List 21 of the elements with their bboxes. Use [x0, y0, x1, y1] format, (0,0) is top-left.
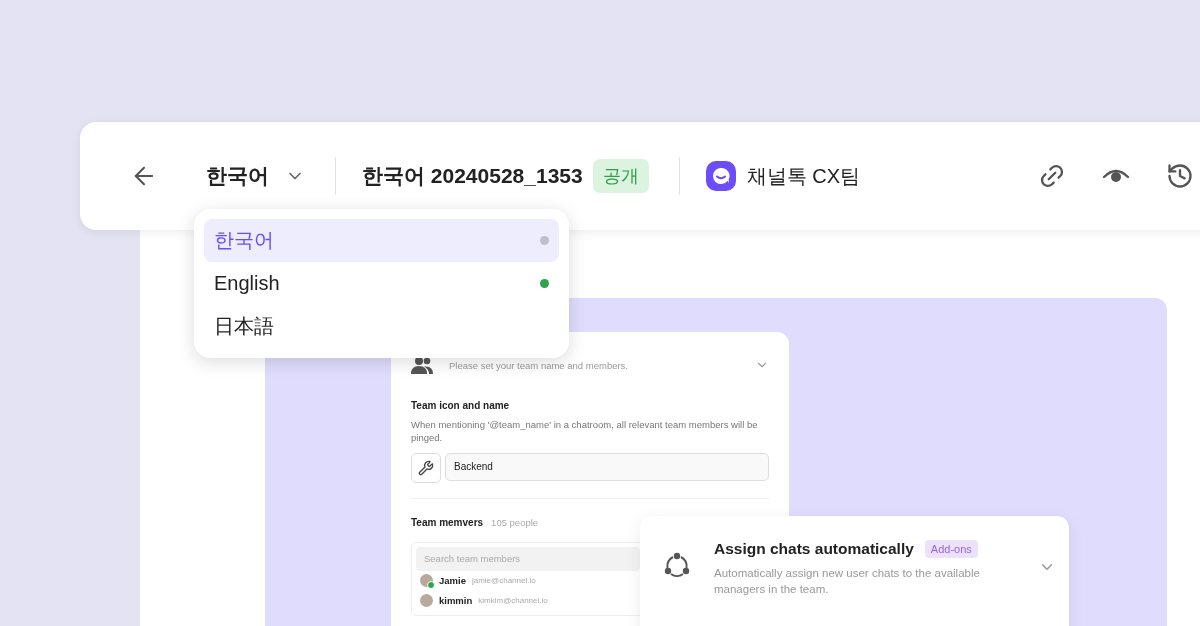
member-email: jamie@channel.io: [471, 576, 536, 586]
feature-title: Assign chats automatically: [714, 540, 914, 558]
section-subtitle: Please set your team name and members.: [449, 359, 629, 371]
language-option[interactable]: 日本語: [204, 305, 559, 348]
visibility-badge: 공개: [592, 159, 649, 193]
language-dropdown[interactable]: 한국어: [206, 162, 305, 190]
members-title: Team memvers: [411, 516, 484, 528]
search-field[interactable]: Search team members: [416, 546, 640, 571]
member-name: kimmin: [439, 595, 473, 607]
field-description: When mentioning '@team_name' in a chatroom, all relevant team members will be pinged.: [411, 419, 759, 445]
language-option[interactable]: English: [204, 262, 559, 305]
feature-description: Automatically assign new user chats to the available managers in the team.: [714, 566, 981, 597]
members-count: 105 people: [491, 516, 539, 528]
team-name-field[interactable]: Backend: [445, 452, 769, 481]
language-option[interactable]: 한국어: [204, 219, 559, 262]
workspace-name: 채널톡 CX팀: [746, 163, 860, 189]
field-label: Team icon and name: [411, 400, 511, 411]
document-title: 한국어 20240528_1353: [362, 163, 583, 189]
member-email: kimkim@channel.io: [478, 596, 548, 606]
addon-badge: Add-ons: [924, 540, 978, 558]
member-name: Jamie: [439, 575, 466, 587]
